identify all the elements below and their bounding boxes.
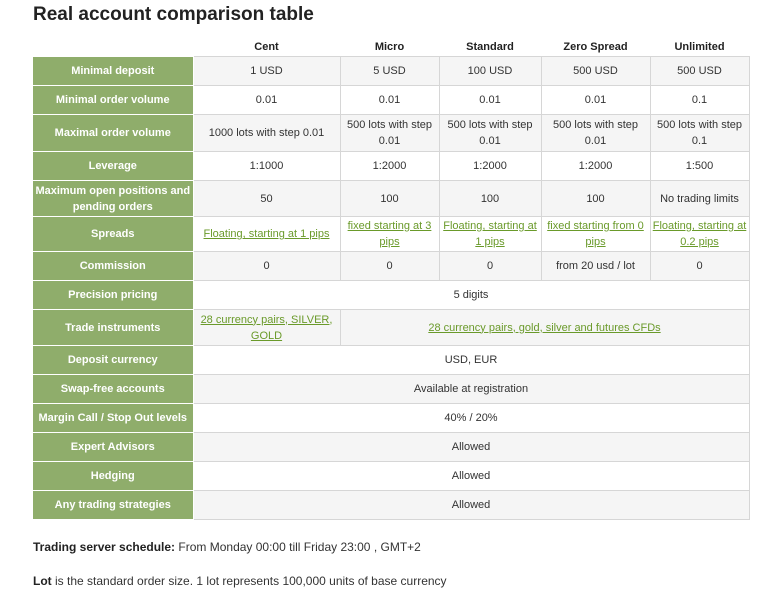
header-corner	[33, 38, 193, 57]
cell-standard: 100 USD	[438, 56, 542, 86]
cell-all: 40% / 20%	[192, 403, 750, 433]
spreads-link-cent[interactable]: Floating, starting at 1 pips	[204, 228, 330, 240]
cell-all: Allowed	[192, 432, 750, 462]
cell-all: Available at registration	[192, 374, 750, 404]
cell-standard: 0.01	[438, 85, 542, 115]
instruments-link-others[interactable]: 28 currency pairs, gold, silver and futu…	[428, 322, 660, 334]
cell-others: 28 currency pairs, gold, silver and futu…	[339, 309, 750, 346]
cell-cent: 1000 lots with step 0.01	[192, 114, 341, 152]
cell-micro: 0.01	[339, 85, 440, 115]
row-label: Trade instruments	[33, 309, 194, 346]
cell-cent: 0.01	[192, 85, 341, 115]
cell-micro: 0	[339, 251, 440, 281]
row-maximal-order-volume: Maximal order volume 1000 lots with step…	[33, 114, 750, 152]
row-minimal-order-volume: Minimal order volume 0.01 0.01 0.01 0.01…	[33, 85, 750, 115]
row-minimal-deposit: Minimal deposit 1 USD 5 USD 100 USD 500 …	[33, 56, 750, 86]
cell-standard: 0	[438, 251, 542, 281]
cell-all: Allowed	[192, 461, 750, 491]
cell-zero-spread: 500 USD	[540, 56, 651, 86]
row-trade-instruments: Trade instruments 28 currency pairs, SIL…	[33, 309, 750, 346]
column-header-standard: Standard	[439, 38, 541, 57]
cell-cent: 50	[192, 180, 341, 217]
row-precision-pricing: Precision pricing 5 digits	[33, 280, 750, 310]
cell-standard: 1:2000	[438, 151, 542, 181]
row-label: Margin Call / Stop Out levels	[33, 403, 194, 433]
row-swap-free: Swap-free accounts Available at registra…	[33, 374, 750, 404]
column-header-zero-spread: Zero Spread	[541, 38, 650, 57]
cell-micro: 500 lots with step 0.01	[339, 114, 440, 152]
row-deposit-currency: Deposit currency USD, EUR	[33, 345, 750, 375]
cell-all: 5 digits	[192, 280, 750, 310]
cell-cent: Floating, starting at 1 pips	[192, 216, 341, 252]
row-max-open-positions: Maximum open positions and pending order…	[33, 180, 750, 217]
row-label: Commission	[33, 251, 194, 281]
cell-micro: 1:2000	[339, 151, 440, 181]
spreads-link-unlimited[interactable]: Floating, starting at 0.2 pips	[653, 220, 747, 248]
comparison-table: Cent Micro Standard Zero Spread Unlimite…	[33, 38, 750, 520]
row-commission: Commission 0 0 0 from 20 usd / lot 0	[33, 251, 750, 281]
cell-unlimited: 500 lots with step 0.1	[649, 114, 750, 152]
row-label: Any trading strategies	[33, 490, 194, 520]
row-label: Precision pricing	[33, 280, 194, 310]
row-label: Swap-free accounts	[33, 374, 194, 404]
cell-all: Allowed	[192, 490, 750, 520]
schedule-text: From Monday 00:00 till Friday 23:00 , GM…	[175, 540, 421, 554]
cell-zero-spread: 0.01	[540, 85, 651, 115]
column-header-cent: Cent	[193, 38, 340, 57]
cell-micro: 100	[339, 180, 440, 217]
row-label: Deposit currency	[33, 345, 194, 375]
lot-label: Lot	[33, 574, 52, 588]
row-label: Maximum open positions and pending order…	[33, 180, 194, 217]
lot-text: is the standard order size. 1 lot repres…	[51, 574, 447, 588]
spreads-link-zero-spread[interactable]: fixed starting from 0 pips	[547, 220, 644, 248]
row-hedging: Hedging Allowed	[33, 461, 750, 491]
cell-cent: 1 USD	[192, 56, 341, 86]
instruments-link-cent[interactable]: 28 currency pairs, SILVER, GOLD	[201, 314, 333, 342]
row-margin-call: Margin Call / Stop Out levels 40% / 20%	[33, 403, 750, 433]
cell-micro: 5 USD	[339, 56, 440, 86]
cell-cent: 1:1000	[192, 151, 341, 181]
row-label: Minimal deposit	[33, 56, 194, 86]
cell-standard: Floating, starting at 1 pips	[438, 216, 542, 252]
row-any-strategies: Any trading strategies Allowed	[33, 490, 750, 520]
schedule-note: Trading server schedule: From Monday 00:…	[33, 540, 421, 554]
header-row: Cent Micro Standard Zero Spread Unlimite…	[33, 38, 749, 57]
row-label: Minimal order volume	[33, 85, 194, 115]
row-label: Hedging	[33, 461, 194, 491]
column-header-unlimited: Unlimited	[650, 38, 749, 57]
cell-zero-spread: 1:2000	[540, 151, 651, 181]
cell-zero-spread: fixed starting from 0 pips	[540, 216, 651, 252]
cell-unlimited: 0	[649, 251, 750, 281]
row-label: Leverage	[33, 151, 194, 181]
spreads-link-micro[interactable]: fixed starting at 3 pips	[348, 220, 432, 248]
cell-standard: 500 lots with step 0.01	[438, 114, 542, 152]
row-label: Maximal order volume	[33, 114, 194, 152]
cell-zero-spread: 100	[540, 180, 651, 217]
cell-unlimited: 0.1	[649, 85, 750, 115]
spreads-link-standard[interactable]: Floating, starting at 1 pips	[443, 220, 537, 248]
lot-note: Lot is the standard order size. 1 lot re…	[33, 574, 447, 588]
row-label: Expert Advisors	[33, 432, 194, 462]
cell-unlimited: 500 USD	[649, 56, 750, 86]
cell-standard: 100	[438, 180, 542, 217]
cell-unlimited: No trading limits	[649, 180, 750, 217]
row-leverage: Leverage 1:1000 1:2000 1:2000 1:2000 1:5…	[33, 151, 750, 181]
cell-cent: 0	[192, 251, 341, 281]
cell-micro: fixed starting at 3 pips	[339, 216, 440, 252]
row-spreads: Spreads Floating, starting at 1 pips fix…	[33, 216, 750, 252]
schedule-label: Trading server schedule:	[33, 540, 176, 554]
row-label: Spreads	[33, 216, 194, 252]
cell-zero-spread: 500 lots with step 0.01	[540, 114, 651, 152]
cell-zero-spread: from 20 usd / lot	[540, 251, 651, 281]
page-title: Real account comparison table	[33, 4, 314, 25]
cell-all: USD, EUR	[192, 345, 750, 375]
column-header-micro: Micro	[340, 38, 439, 57]
cell-cent: 28 currency pairs, SILVER, GOLD	[192, 309, 341, 346]
cell-unlimited: 1:500	[649, 151, 750, 181]
cell-unlimited: Floating, starting at 0.2 pips	[649, 216, 750, 252]
row-expert-advisors: Expert Advisors Allowed	[33, 432, 750, 462]
